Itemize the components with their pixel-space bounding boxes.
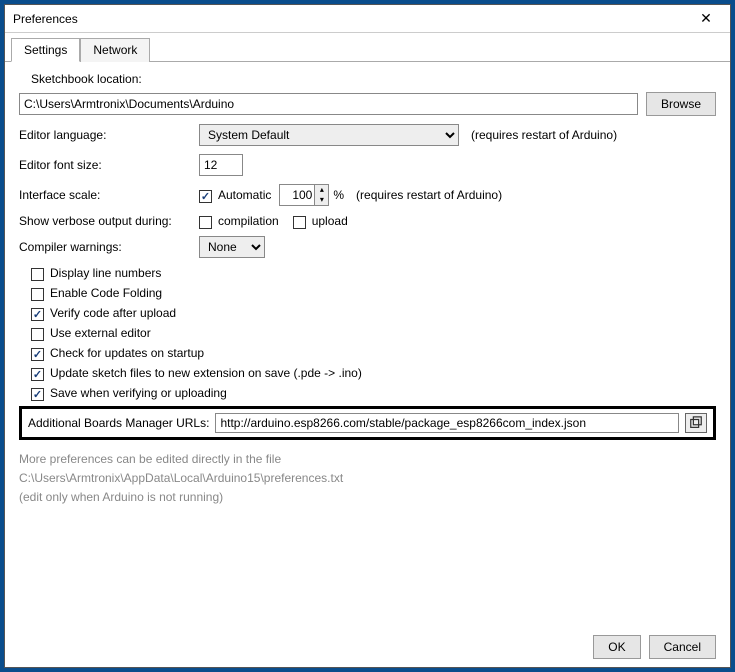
options-list: Display line numbers Enable Code Folding…: [19, 266, 716, 400]
update-sketch-files-label: Update sketch files to new extension on …: [50, 366, 362, 380]
use-external-editor-checkbox[interactable]: [31, 328, 44, 341]
enable-code-folding-checkbox[interactable]: [31, 288, 44, 301]
compiler-warnings-label: Compiler warnings:: [19, 240, 199, 254]
update-sketch-files-checkbox[interactable]: [31, 368, 44, 381]
scale-percent: %: [333, 188, 344, 202]
enable-code-folding-label: Enable Code Folding: [50, 286, 162, 300]
tab-settings[interactable]: Settings: [11, 38, 80, 62]
cancel-button[interactable]: Cancel: [649, 635, 716, 659]
boards-manager-label: Additional Boards Manager URLs:: [28, 416, 209, 430]
language-restart-note: (requires restart of Arduino): [471, 128, 617, 142]
verbose-compilation-label: compilation: [218, 214, 279, 228]
scale-restart-note: (requires restart of Arduino): [356, 188, 502, 202]
display-line-numbers-checkbox[interactable]: [31, 268, 44, 281]
interface-scale-label: Interface scale:: [19, 188, 199, 202]
compiler-warnings-select[interactable]: None: [199, 236, 265, 258]
verbose-upload-checkbox[interactable]: [293, 216, 306, 229]
more-preferences-info: More preferences can be edited directly …: [19, 450, 716, 508]
editor-language-label: Editor language:: [19, 128, 199, 142]
scale-down-icon[interactable]: ▾: [315, 195, 328, 205]
ok-button[interactable]: OK: [593, 635, 640, 659]
sketchbook-location-input[interactable]: [19, 93, 638, 115]
editor-fontsize-input[interactable]: [199, 154, 243, 176]
boards-manager-expand-button[interactable]: [685, 413, 707, 433]
automatic-scale-label: Automatic: [218, 188, 271, 202]
display-line-numbers-label: Display line numbers: [50, 266, 161, 280]
boards-manager-url-input[interactable]: [215, 413, 679, 433]
scale-up-icon[interactable]: ▴: [315, 185, 328, 195]
window-expand-icon: [689, 416, 703, 430]
tab-network[interactable]: Network: [80, 38, 150, 62]
more-info-line2: (edit only when Arduino is not running): [19, 488, 716, 507]
more-info-line1: More preferences can be edited directly …: [19, 450, 716, 469]
verbose-label: Show verbose output during:: [19, 214, 199, 228]
preferences-window: Preferences ✕ Settings Network Sketchboo…: [4, 4, 731, 668]
verbose-compilation-checkbox[interactable]: [199, 216, 212, 229]
editor-fontsize-label: Editor font size:: [19, 158, 199, 172]
scale-value-input[interactable]: [280, 185, 314, 205]
browse-button[interactable]: Browse: [646, 92, 716, 116]
sketchbook-label: Sketchbook location:: [19, 72, 716, 86]
check-for-updates-checkbox[interactable]: [31, 348, 44, 361]
verify-code-after-upload-checkbox[interactable]: [31, 308, 44, 321]
save-when-verifying-checkbox[interactable]: [31, 388, 44, 401]
tab-bar: Settings Network: [5, 33, 730, 62]
boards-manager-row: Additional Boards Manager URLs:: [19, 406, 716, 440]
titlebar: Preferences ✕: [5, 5, 730, 33]
save-when-verifying-label: Save when verifying or uploading: [50, 386, 227, 400]
window-title: Preferences: [13, 12, 688, 26]
use-external-editor-label: Use external editor: [50, 326, 151, 340]
settings-panel: Sketchbook location: Browse Editor langu…: [5, 62, 730, 627]
automatic-scale-checkbox[interactable]: [199, 190, 212, 203]
check-for-updates-label: Check for updates on startup: [50, 346, 204, 360]
verify-code-after-upload-label: Verify code after upload: [50, 306, 176, 320]
close-button[interactable]: ✕: [688, 8, 724, 30]
verbose-upload-label: upload: [312, 214, 348, 228]
dialog-footer: OK Cancel: [5, 627, 730, 667]
scale-spinner[interactable]: ▴ ▾: [279, 184, 329, 206]
more-info-path: C:\Users\Armtronix\AppData\Local\Arduino…: [19, 469, 716, 488]
editor-language-select[interactable]: System Default: [199, 124, 459, 146]
